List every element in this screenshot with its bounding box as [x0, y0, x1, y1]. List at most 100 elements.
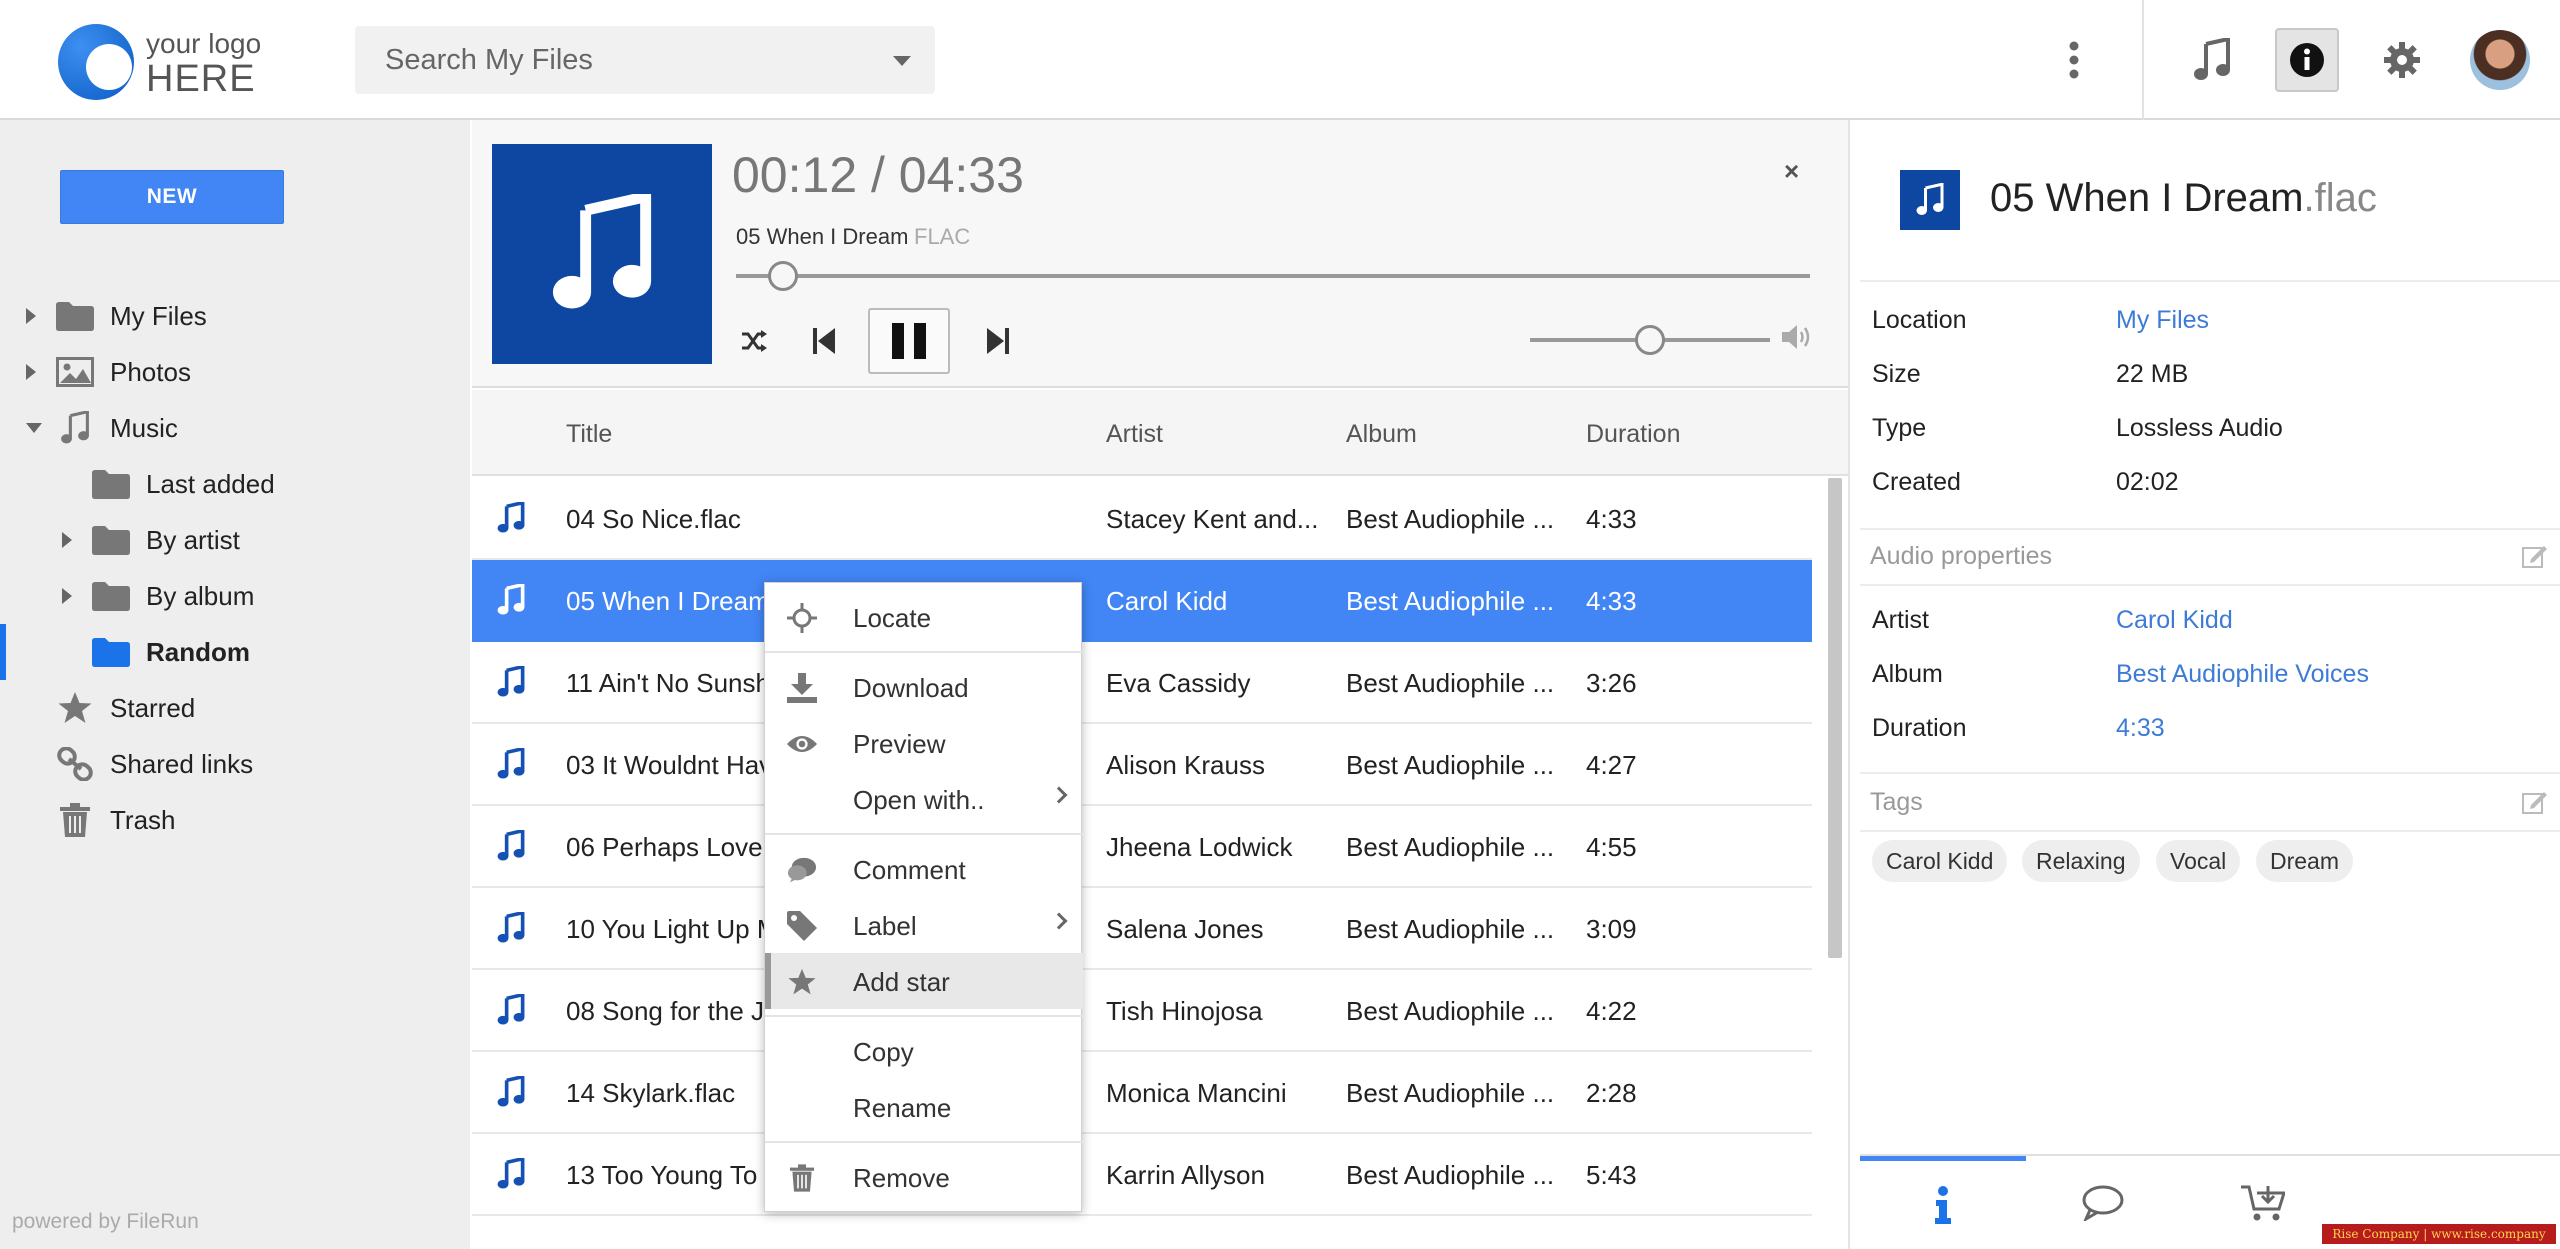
column-album[interactable]: Album	[1346, 420, 1417, 449]
expand-icon[interactable]	[26, 308, 36, 324]
avatar[interactable]	[2470, 30, 2530, 90]
menu-item-comment[interactable]: Comment	[765, 841, 1083, 897]
shuffle-icon[interactable]	[732, 308, 776, 374]
expand-icon[interactable]	[62, 532, 72, 548]
menu-item-rename[interactable]: Rename	[765, 1079, 1083, 1135]
sidebar-item-music[interactable]: Music	[0, 400, 470, 456]
sidebar-item-random[interactable]: Random	[0, 624, 470, 680]
search-input[interactable]: Search My Files	[355, 26, 935, 94]
collapse-icon[interactable]	[26, 423, 42, 433]
sidebar-item-label: Last added	[146, 468, 275, 499]
info-icon[interactable]	[2275, 28, 2339, 92]
music-note-icon	[552, 194, 652, 309]
volume-icon[interactable]	[1782, 324, 1812, 355]
sidebar-item-photos[interactable]: Photos	[0, 344, 470, 400]
menu-separator	[765, 1141, 1083, 1143]
music-note-icon	[496, 828, 526, 869]
prop-location-key: Location	[1872, 306, 1967, 334]
cell-duration: 4:33	[1586, 586, 1637, 616]
sidebar-item-label: Trash	[110, 804, 176, 835]
menu-item-download[interactable]: Download	[765, 659, 1083, 715]
album-cover	[492, 144, 712, 364]
logo-line2: HERE	[146, 58, 256, 100]
previous-track-icon[interactable]	[802, 308, 846, 374]
sidebar-item-trash[interactable]: Trash	[0, 792, 470, 848]
table-row[interactable]: 06 Perhaps Love. Jheena Lodwick Best Audio…	[472, 806, 1812, 888]
menu-item-add-star[interactable]: Add star	[765, 953, 1083, 1009]
menu-item-label: Locate	[853, 603, 932, 633]
sidebar-item-by-artist[interactable]: By artist	[0, 512, 470, 568]
menu-item-open-with[interactable]: Open with..	[765, 771, 1083, 827]
expand-icon[interactable]	[62, 588, 72, 604]
powered-by-text[interactable]: powered by FileRun	[12, 1210, 199, 1234]
tag-chip[interactable]: Dream	[2256, 840, 2354, 882]
sidebar-item-label: By artist	[146, 524, 240, 555]
gear-icon[interactable]	[2370, 28, 2434, 92]
sidebar-item-my-files[interactable]: My Files	[0, 288, 470, 344]
star-icon	[787, 967, 817, 997]
menu-item-label: Remove	[853, 1163, 950, 1193]
music-note-icon	[496, 992, 526, 1033]
column-duration[interactable]: Duration	[1586, 420, 1681, 449]
sidebar-item-label: My Files	[110, 300, 207, 331]
menu-item-copy[interactable]: Copy	[765, 1023, 1083, 1079]
logo[interactable]: your logo HERE	[58, 22, 268, 102]
prop-created-value: 02:02	[2116, 468, 2179, 496]
seek-bar[interactable]	[736, 274, 1810, 278]
top-bar: your logo HERE Search My Files	[0, 0, 2560, 120]
menu-item-remove[interactable]: Remove	[765, 1149, 1083, 1205]
volume-handle[interactable]	[1635, 325, 1665, 355]
tag-chip[interactable]: Relaxing	[2022, 840, 2140, 882]
table-row[interactable]: 03 It Wouldnt Hav Alison Krauss Best Audio…	[472, 724, 1812, 806]
music-note-icon	[496, 1156, 526, 1197]
expand-icon[interactable]	[26, 364, 36, 380]
column-artist[interactable]: Artist	[1106, 420, 1163, 449]
list-header: Title Artist Album Duration	[472, 390, 1848, 476]
table-row[interactable]: 11 Ain't No Sunsh Eva Cassidy Best Audioph…	[472, 642, 1812, 724]
edit-icon[interactable]	[2522, 544, 2548, 573]
prop-size-key: Size	[1872, 360, 1921, 388]
cell-album: Best Audiophile ...	[1346, 668, 1555, 698]
sidebar-item-by-album[interactable]: By album	[0, 568, 470, 624]
table-row[interactable]: 14 Skylark.flac Monica Mancini Best Audiop…	[472, 1052, 1812, 1134]
audio-album-link[interactable]: Best Audiophile Voices	[2116, 660, 2369, 689]
sidebar-item-starred[interactable]: Starred	[0, 680, 470, 736]
cell-artist: Tish Hinojosa	[1106, 996, 1263, 1026]
more-options-icon[interactable]	[2042, 28, 2106, 92]
sidebar-item-last-added[interactable]: Last added	[0, 456, 470, 512]
cell-duration: 5:43	[1586, 1160, 1637, 1190]
cell-artist: Carol Kidd	[1106, 586, 1228, 616]
sidebar-item-shared-links[interactable]: Shared links	[0, 736, 470, 792]
table-row[interactable]: 05 When I Dream Carol Kidd Best Audiophile…	[472, 560, 1812, 642]
table-row[interactable]: 08 Song for the J Tish Hinojosa Best Audio…	[472, 970, 1812, 1052]
folder-icon	[92, 524, 130, 556]
menu-item-label[interactable]: Label	[765, 897, 1083, 953]
tab-info[interactable]	[1860, 1156, 2026, 1249]
tab-comments[interactable]	[2020, 1156, 2186, 1249]
close-player-button[interactable]: ×	[1784, 156, 1799, 187]
prop-location-link[interactable]: My Files	[2116, 306, 2209, 335]
table-row[interactable]: 13 Too Young To Karrin Allyson Best Audiop…	[472, 1134, 1812, 1216]
music-player-icon[interactable]	[2180, 28, 2244, 92]
table-row-partial[interactable]	[472, 1216, 1812, 1246]
audio-duration-link[interactable]: 4:33	[2116, 714, 2165, 743]
seek-handle[interactable]	[768, 261, 799, 291]
folder-icon	[92, 636, 130, 668]
audio-artist-link[interactable]: Carol Kidd	[2116, 606, 2233, 635]
table-row[interactable]: 10 You Light Up M Salena Jones Best Audiop…	[472, 888, 1812, 970]
edit-icon[interactable]	[2522, 790, 2548, 819]
table-row[interactable]: 04 So Nice.flac Stacey Kent and... Best Au…	[472, 478, 1812, 560]
column-title[interactable]: Title	[566, 420, 612, 449]
next-track-icon[interactable]	[976, 308, 1020, 374]
star-icon	[56, 692, 94, 724]
new-button[interactable]: NEW	[60, 170, 284, 224]
music-note-icon	[1900, 170, 1960, 230]
pause-button[interactable]	[868, 308, 950, 374]
menu-item-preview[interactable]: Preview	[765, 715, 1083, 771]
search-dropdown-icon[interactable]	[893, 56, 911, 66]
tag-chip[interactable]: Carol Kidd	[1872, 840, 2008, 882]
cell-title: 08 Song for the J	[566, 996, 765, 1026]
tag-chip[interactable]: Vocal	[2156, 840, 2241, 882]
menu-item-locate[interactable]: Locate	[765, 589, 1083, 645]
scrollbar[interactable]	[1828, 478, 1842, 958]
